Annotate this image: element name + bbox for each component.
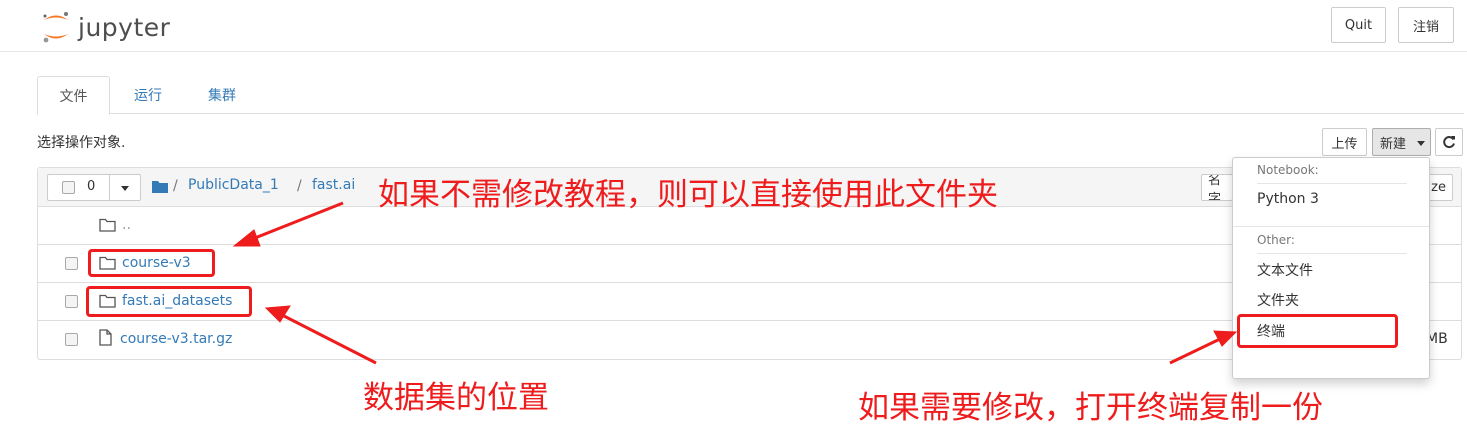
annotation-arrows [232, 201, 1238, 365]
arrow-line-terminal [1169, 337, 1221, 365]
arrowhead-top [232, 229, 261, 247]
arrow-line-datasets [283, 314, 377, 365]
arrow-line-top [249, 201, 344, 242]
arrowhead-datasets [264, 305, 291, 323]
annotation-note-top: 如果不需修改教程，则可以直接使用此文件夹 [378, 177, 998, 213]
annotation-note-terminal: 如果需要修改，打开终端复制一份 [858, 390, 1323, 426]
annotation-note-datasets: 数据集的位置 [363, 380, 549, 416]
arrowhead-terminal [1213, 330, 1238, 347]
